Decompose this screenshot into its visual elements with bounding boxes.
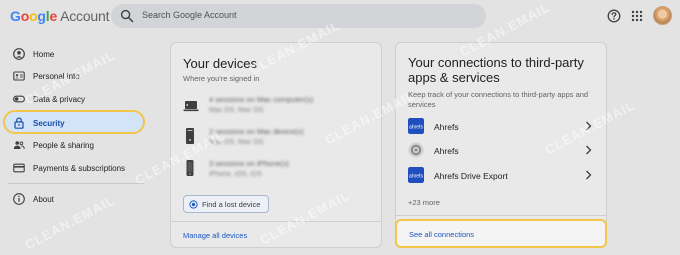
search-placeholder: Search Google Account xyxy=(142,10,237,20)
device-detail: iPhone, iOS, iOS xyxy=(209,171,262,178)
toggle-icon xyxy=(13,95,25,103)
connection-row[interactable]: Ahrefs xyxy=(408,142,596,162)
sidebar-item-personal-info[interactable]: Personal info xyxy=(6,65,144,87)
sidebar-item-label: Payments & subscriptions xyxy=(33,164,126,173)
device-row[interactable]: 4 sessions on Mac computer(s) Mac OS, Ma… xyxy=(183,95,373,125)
more-connections-count: +23 more xyxy=(408,198,440,207)
sidebar-item-about[interactable]: About xyxy=(6,188,144,210)
people-icon xyxy=(13,141,25,150)
help-icon[interactable] xyxy=(607,9,621,23)
device-name: 4 sessions on Mac computer(s) xyxy=(209,95,314,104)
card-divider xyxy=(171,221,381,222)
sidebar-item-label: People & sharing xyxy=(33,141,94,150)
connection-name: Ahrefs xyxy=(434,146,459,156)
svg-text:ahrefs: ahrefs xyxy=(409,125,423,131)
connection-name: Ahrefs Drive Export xyxy=(434,171,508,181)
device-detail: Mac OS, Mac OS xyxy=(209,139,264,146)
chevron-right-icon xyxy=(586,145,592,155)
account-wordmark: Account xyxy=(60,8,110,24)
google-account-logo[interactable]: Google Account xyxy=(10,8,109,24)
location-target-icon xyxy=(189,200,198,209)
ahrefs-gray-logo-icon xyxy=(408,142,424,158)
sidebar-item-label: Personal info xyxy=(33,72,80,81)
device-name: 3 sessions on iPhone(s) xyxy=(209,159,290,168)
see-all-connections-button[interactable]: See all connections xyxy=(395,219,607,248)
device-detail: Mac OS, Mac OS xyxy=(209,107,264,114)
info-icon xyxy=(13,193,25,205)
ahrefs-logo-icon: ahrefs xyxy=(408,118,424,134)
devices-subtitle: Where you're signed in xyxy=(183,74,260,83)
sidebar-item-payments[interactable]: Payments & subscriptions xyxy=(6,157,144,179)
google-wordmark: Google xyxy=(10,8,58,24)
manage-all-devices-link[interactable]: Manage all devices xyxy=(183,231,247,240)
nav-divider xyxy=(8,183,144,184)
connections-subtitle-line1: Keep track of your connections to third-… xyxy=(408,90,589,99)
devices-card: Your devices Where you're signed in 4 se… xyxy=(170,42,382,248)
connections-card: Your connections to third-party apps & s… xyxy=(395,42,607,248)
account-circle-icon xyxy=(13,48,25,60)
phone-icon xyxy=(186,160,194,176)
id-card-icon xyxy=(13,71,25,81)
connection-row[interactable]: ahrefs Ahrefs xyxy=(408,118,596,138)
chevron-right-icon xyxy=(586,170,592,180)
see-all-connections-label: See all connections xyxy=(409,230,475,239)
laptop-icon xyxy=(183,101,199,112)
sidebar-item-label: About xyxy=(33,195,54,204)
search-bar[interactable]: Search Google Account xyxy=(111,4,486,28)
card-divider xyxy=(396,215,606,216)
connection-name: Ahrefs xyxy=(434,122,459,132)
search-icon xyxy=(120,9,134,23)
chevron-right-icon xyxy=(586,121,592,131)
desktop-icon xyxy=(186,128,194,144)
find-lost-device-label: Find a lost device xyxy=(202,200,261,209)
device-name: 2 sessions on Mac device(s) xyxy=(209,127,304,136)
find-lost-device-button[interactable]: Find a lost device xyxy=(183,195,269,213)
apps-grid-icon[interactable] xyxy=(630,9,644,23)
sidebar-item-label: Home xyxy=(33,50,55,59)
connections-subtitle-line2: services xyxy=(408,100,436,109)
sidebar-item-data-privacy[interactable]: Data & privacy xyxy=(6,88,144,110)
devices-title: Your devices xyxy=(183,56,257,71)
sidebar-item-home[interactable]: Home xyxy=(6,43,144,65)
sidebar-item-security[interactable]: Security xyxy=(3,110,145,134)
ahrefs-drive-logo-icon: ahrefs xyxy=(408,167,424,183)
top-bar: Google Account Search Google Account xyxy=(0,0,680,33)
connections-title-line1: Your connections to third-party xyxy=(408,55,584,70)
svg-text:ahrefs: ahrefs xyxy=(409,174,423,180)
connections-title-line2: apps & services xyxy=(408,70,500,85)
credit-card-icon xyxy=(13,163,25,173)
sidebar-item-people-sharing[interactable]: People & sharing xyxy=(6,134,144,156)
device-row[interactable]: 3 sessions on iPhone(s) iPhone, iOS, iOS xyxy=(183,159,373,189)
lock-icon xyxy=(14,117,24,129)
sidebar-item-label: Security xyxy=(33,119,65,128)
sidebar-item-label: Data & privacy xyxy=(33,95,86,104)
device-row[interactable]: 2 sessions on Mac device(s) Mac OS, Mac … xyxy=(183,127,373,157)
connection-row[interactable]: ahrefs Ahrefs Drive Export xyxy=(408,167,596,187)
avatar[interactable] xyxy=(653,6,672,25)
